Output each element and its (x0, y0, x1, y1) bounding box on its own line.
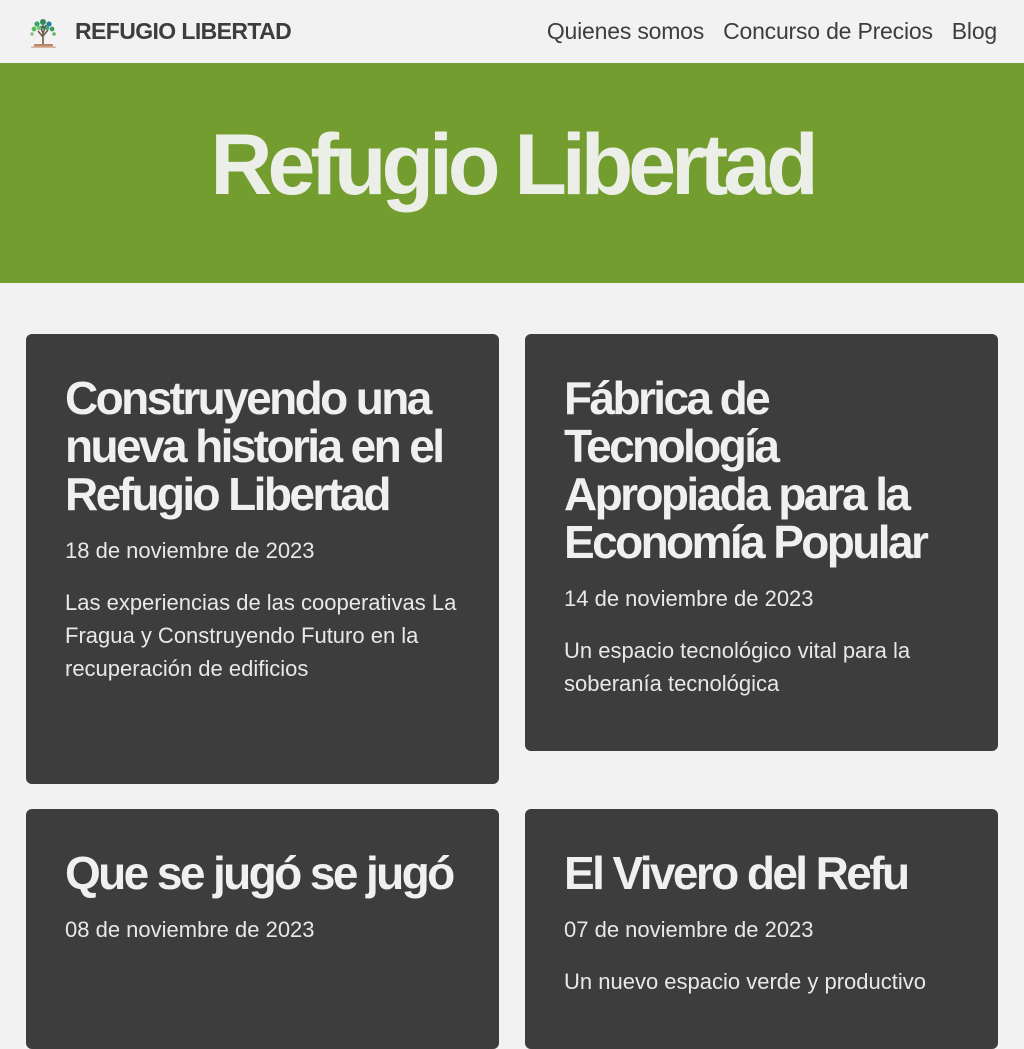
post-card[interactable]: El Vivero del Refu 07 de noviembre de 20… (525, 809, 998, 1049)
post-date: 14 de noviembre de 2023 (564, 586, 814, 611)
main-nav: Quienes somos Concurso de Precios Blog (547, 18, 997, 45)
hero-banner: Refugio Libertad (0, 63, 1024, 283)
post-card[interactable]: Que se jugó se jugó 08 de noviembre de 2… (26, 809, 499, 1049)
hero-title: Refugio Libertad (210, 116, 818, 213)
nav-link-quienes-somos[interactable]: Quienes somos (547, 18, 704, 45)
post-card[interactable]: Construyendo una nueva historia en el Re… (26, 334, 499, 784)
post-title: Fábrica de Tecnología Apropiada para la … (564, 372, 929, 568)
site-header: REFUGIO LIBERTAD Quienes somos Concurso … (0, 0, 1024, 63)
post-title: Que se jugó se jugó (65, 847, 455, 899)
post-title: El Vivero del Refu (564, 847, 910, 899)
post-title: Construyendo una nueva historia en el Re… (65, 372, 445, 520)
nav-link-blog[interactable]: Blog (952, 18, 997, 45)
post-date: 07 de noviembre de 2023 (564, 917, 814, 942)
brand-link[interactable]: REFUGIO LIBERTAD (28, 15, 292, 48)
tree-logo-icon (30, 19, 56, 48)
nav-link-concurso-de-precios[interactable]: Concurso de Precios (723, 18, 933, 45)
post-excerpt: Las experiencias de las cooperativas La … (65, 590, 457, 681)
post-excerpt: Un espacio tecnológico vital para la sob… (564, 638, 911, 696)
brand-name: REFUGIO LIBERTAD (75, 18, 292, 44)
post-excerpt: Un nuevo espacio verde y productivo (564, 969, 926, 994)
post-card[interactable]: Fábrica de Tecnología Apropiada para la … (525, 334, 998, 751)
post-date: 08 de noviembre de 2023 (65, 917, 315, 942)
post-date: 18 de noviembre de 2023 (65, 538, 315, 563)
